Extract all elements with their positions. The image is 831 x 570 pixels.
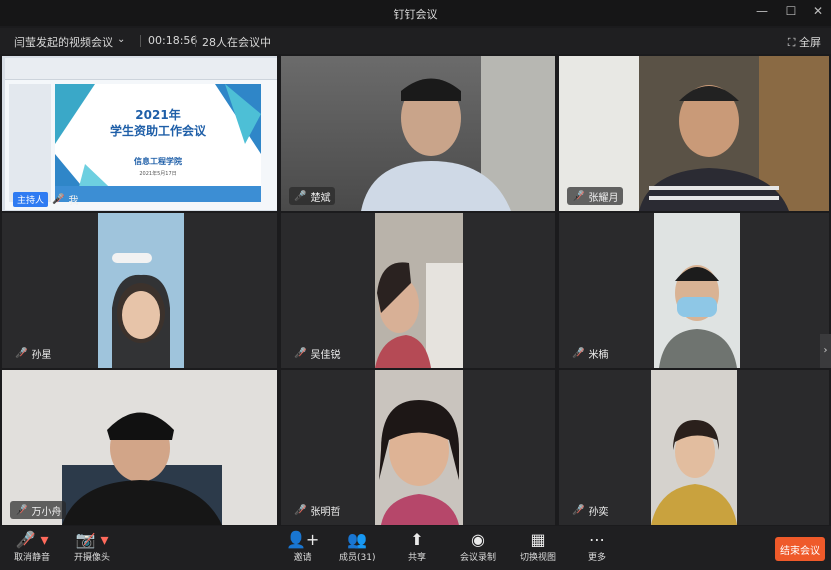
slide-subtitle: 信息工程学院: [134, 157, 182, 166]
participant-name: 万小舟: [31, 506, 62, 518]
grid-view-icon: ▦: [530, 530, 546, 549]
participant-nametag: 🎤̸ 张耀月: [567, 187, 624, 205]
fullscreen-button[interactable]: ⛶ 全屏: [788, 34, 821, 50]
record-icon: ◉: [471, 530, 485, 549]
end-meeting-button[interactable]: 结束会议: [775, 537, 825, 561]
participant-name: 张耀月: [588, 192, 619, 204]
participant-tile[interactable]: 🎤̸ 米楠: [559, 213, 829, 368]
participant-tile[interactable]: 🎤̸ 孙星: [2, 213, 277, 368]
participant-tile[interactable]: 🎤̸ 张明哲: [281, 370, 555, 525]
shared-slide: 2021年 学生资助工作会议 信息工程学院 2021年5月17日: [5, 58, 277, 210]
meeting-duration: 00:18:56: [148, 34, 198, 47]
mic-muted-icon: 🎤̸: [294, 347, 307, 359]
record-button[interactable]: ◉ 会议录制: [460, 530, 496, 563]
maximize-icon[interactable]: ☐: [781, 4, 801, 18]
participant-nametag: 🎤̸ 吴佳锐: [289, 344, 345, 362]
meeting-toolbar: 🎤̸ ▾ 取消静音 📷̸ ▾ 开摄像头 👤+ 邀请 👥 成员(31) ⬆ 共享 …: [0, 526, 831, 570]
participant-name: 张明哲: [310, 506, 341, 518]
participant-tile[interactable]: 🎤̸ 张耀月: [559, 56, 829, 211]
meeting-info-bar: 闫莹发起的视频会议 ⌄ 00:18:56 28人在会议中 ⛶ 全屏: [0, 28, 831, 54]
participant-name: 我: [68, 195, 79, 207]
participant-tile[interactable]: 🎤 楚斌: [281, 56, 555, 211]
participant-name: 米楠: [588, 349, 609, 361]
participant-nametag: 🎤̸ 张明哲: [289, 501, 345, 519]
participant-nametag: 🎤̸ 孙奕: [567, 501, 613, 519]
fullscreen-icon: ⛶: [787, 36, 796, 49]
mic-muted-icon: 🎤̸: [572, 347, 585, 359]
camera-button[interactable]: 📷̸ ▾ 开摄像头: [74, 530, 110, 563]
mic-icon: 🎤: [294, 190, 307, 202]
participant-nametag: 🎤̸ 米楠: [567, 344, 613, 362]
participant-name: 楚斌: [310, 192, 331, 204]
mic-muted-icon: 🎤̸: [572, 190, 585, 202]
mic-muted-icon: 🎤̸: [15, 347, 28, 359]
unmute-button[interactable]: 🎤̸ ▾ 取消静音: [14, 530, 50, 563]
members-button[interactable]: 👥 成员(31): [339, 530, 375, 563]
members-icon: 👥: [347, 530, 368, 549]
participant-tile[interactable]: 🎤̸ 吴佳锐: [281, 213, 555, 368]
mic-muted-icon: 🎤̸: [15, 504, 28, 516]
mic-muted-icon: 🎤̸: [294, 504, 307, 516]
participant-tile-host[interactable]: 2021年 学生资助工作会议 信息工程学院 2021年5月17日 主持人 🎤̸ …: [2, 56, 277, 211]
meeting-name[interactable]: 闫莹发起的视频会议: [14, 34, 113, 50]
participant-nametag: 🎤̸ 孙星: [10, 344, 56, 362]
mic-muted-icon: 🎤̸: [572, 504, 585, 516]
invite-button[interactable]: 👤+ 邀请: [286, 530, 319, 563]
mic-muted-icon: 🎤̸: [52, 193, 65, 205]
participant-tile[interactable]: 🎤̸ 孙奕: [559, 370, 829, 525]
camera-off-icon: 📷̸ ▾: [75, 530, 109, 549]
participant-tile[interactable]: 🎤̸ 万小舟: [2, 370, 277, 525]
video-grid: 2021年 学生资助工作会议 信息工程学院 2021年5月17日 主持人 🎤̸ …: [0, 54, 831, 526]
participant-name: 孙星: [31, 349, 52, 361]
close-icon[interactable]: ✕: [808, 4, 828, 18]
slide-date: 2021年5月17日: [139, 171, 177, 177]
more-button[interactable]: ⋯ 更多: [588, 530, 606, 563]
participant-name: 吴佳锐: [310, 349, 341, 361]
share-button[interactable]: ⬆ 共享: [408, 530, 426, 563]
slide-title-line1: 2021年: [135, 108, 181, 122]
host-badge: 主持人: [13, 191, 49, 207]
chevron-down-icon[interactable]: ⌄: [117, 34, 125, 45]
attendee-count: 28人在会议中: [202, 36, 271, 49]
mic-muted-icon: 🎤̸ ▾: [15, 530, 49, 549]
participant-name: 孙奕: [588, 506, 609, 518]
window-title: 钉钉会议: [393, 8, 438, 21]
participant-nametag: 🎤̸ 万小舟: [10, 501, 67, 519]
title-bar: 钉钉会议 — ☐ ✕: [0, 0, 831, 26]
add-user-icon: 👤+: [286, 530, 320, 549]
next-page-chevron-icon[interactable]: ›: [820, 334, 831, 368]
slide-title-line2: 学生资助工作会议: [109, 124, 206, 138]
participant-nametag: 🎤 楚斌: [289, 187, 336, 205]
share-screen-icon: ⬆: [410, 530, 424, 549]
minimize-icon[interactable]: —: [752, 4, 772, 18]
participant-nametag: 主持人 🎤̸ 我: [8, 190, 83, 208]
more-icon: ⋯: [589, 530, 605, 549]
switch-view-button[interactable]: ▦ 切换视图: [520, 530, 556, 563]
